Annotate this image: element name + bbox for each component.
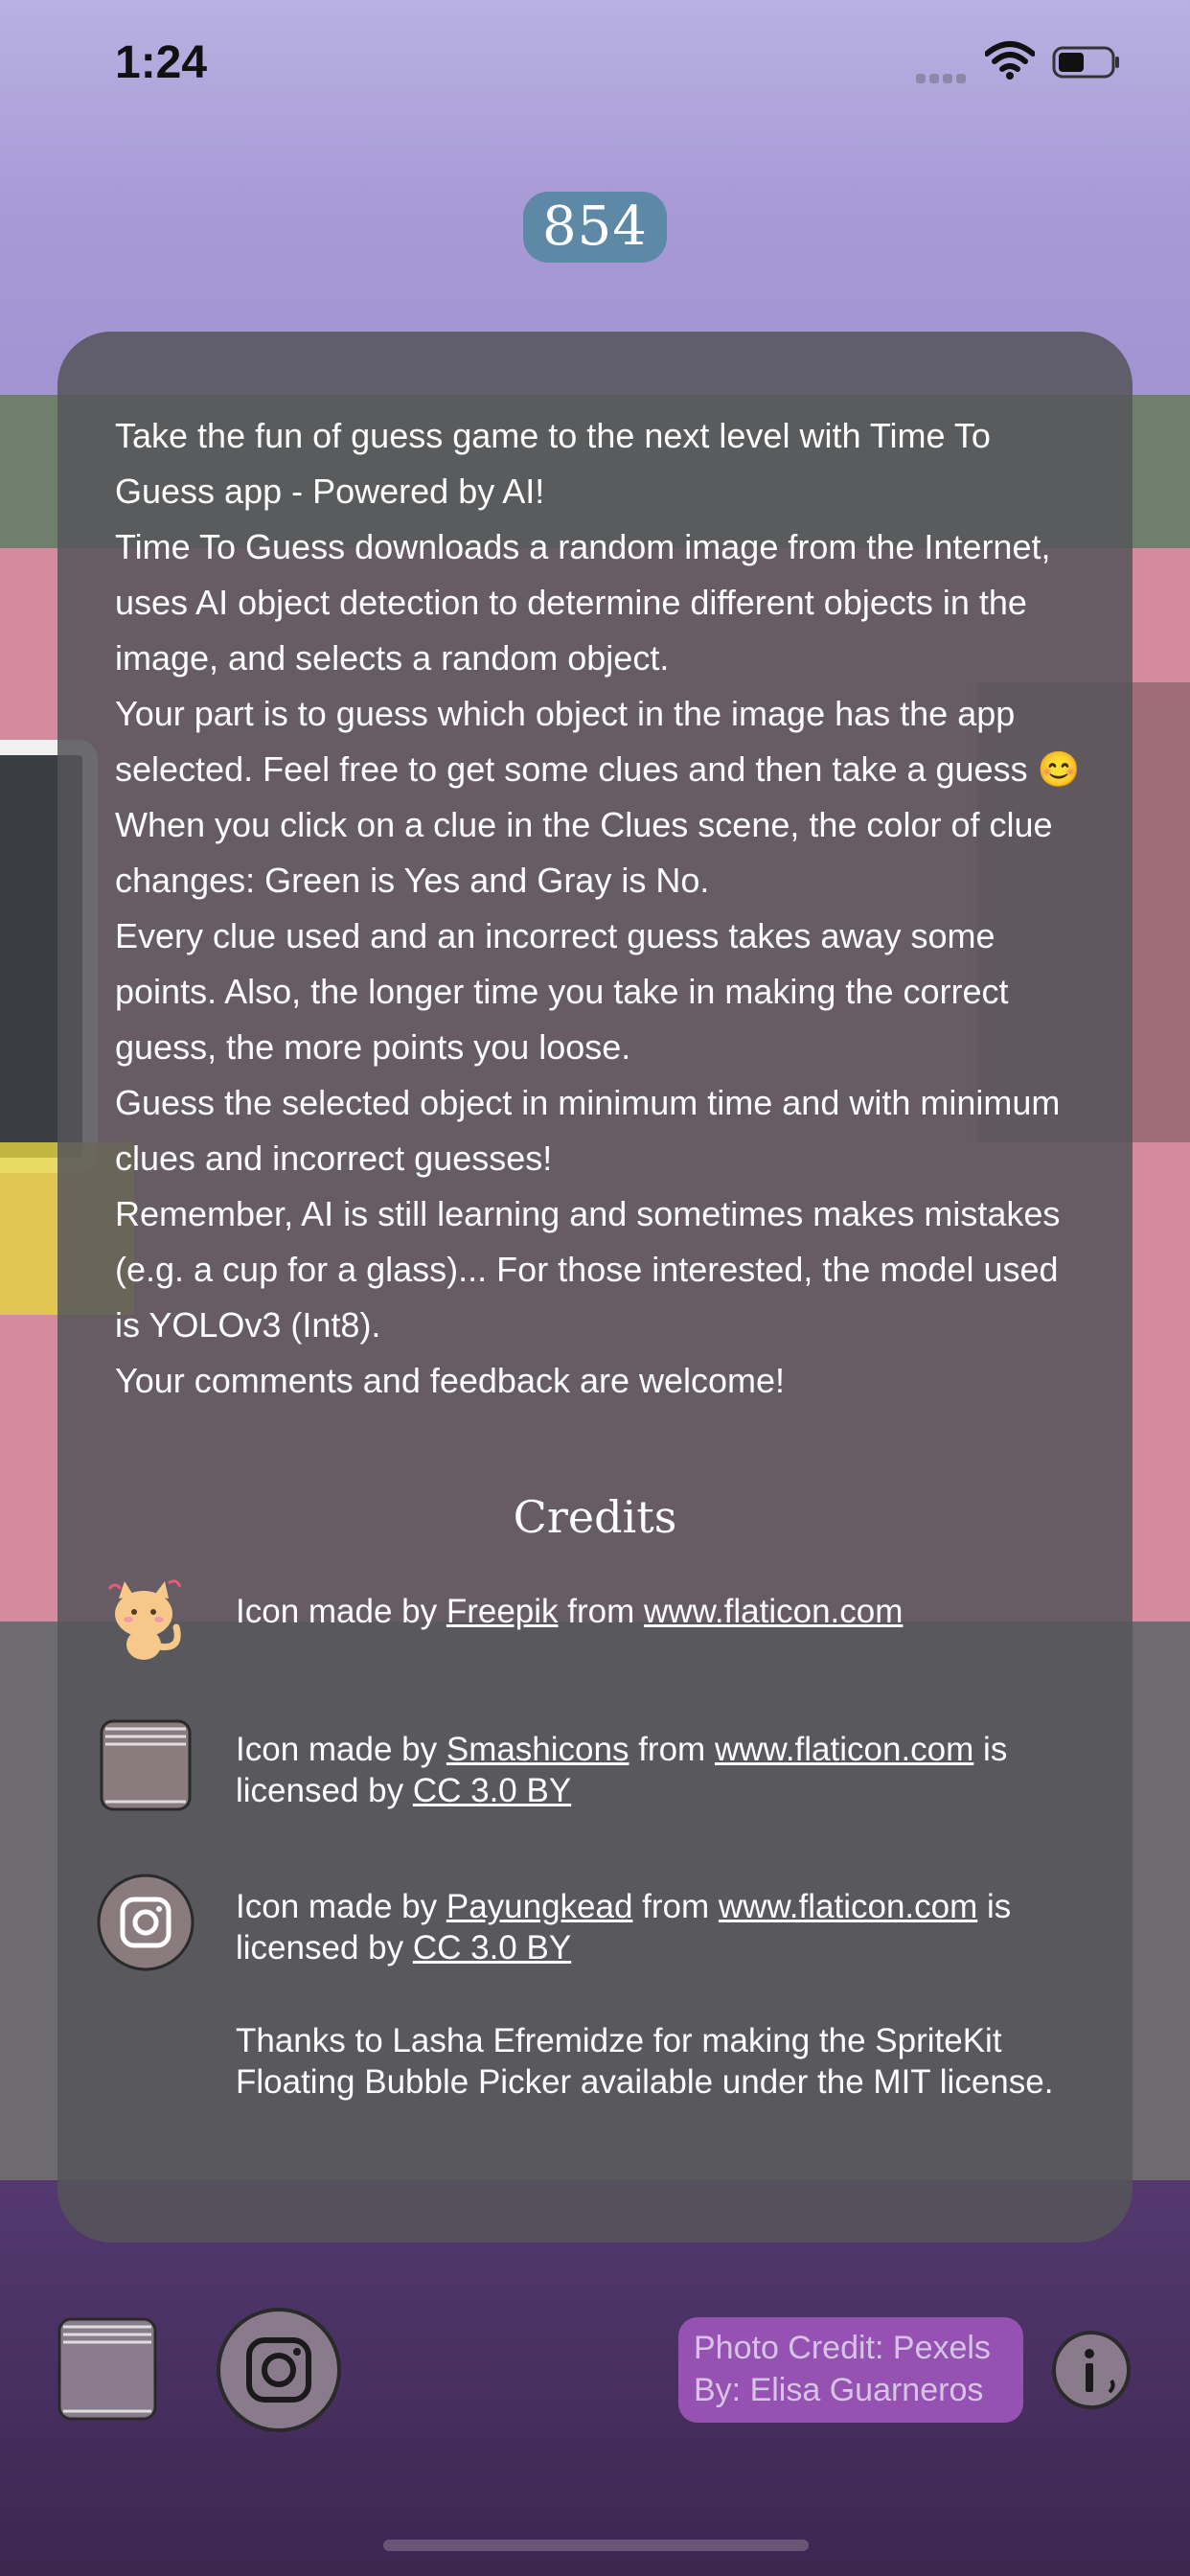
photo-credit-line2: By: Elisa Guarneros bbox=[694, 2372, 984, 2408]
info-paragraph: Your comments and feedback are welcome! bbox=[115, 1361, 786, 1400]
instagram-icon bbox=[97, 1874, 195, 1971]
credit-suffix: is bbox=[973, 1731, 1008, 1768]
info-text: Take the fun of guess game to the next l… bbox=[115, 408, 1083, 1409]
credit-author-link[interactable]: Smashicons bbox=[446, 1731, 629, 1768]
thanks-text: Thanks to Lasha Efremidze for making the… bbox=[236, 2022, 1054, 2101]
status-time: 1:24 bbox=[115, 37, 208, 88]
info-paragraph: Every clue used and an incorrect guess t… bbox=[115, 916, 1009, 1067]
credit-text: Icon made by Payungkead from www.flatico… bbox=[236, 1886, 1079, 1968]
instagram-icon bbox=[246, 2337, 311, 2403]
credit-middle: from bbox=[629, 1731, 715, 1768]
credit-site-link[interactable]: www.flaticon.com bbox=[719, 1888, 977, 1925]
home-indicator bbox=[383, 2540, 809, 2551]
credit-license-prefix: licensed by bbox=[236, 1929, 413, 1966]
credit-row-smashicons: Icon made by Smashicons from www.flatico… bbox=[96, 1715, 1092, 1821]
credit-text: Icon made by Freepik from www.flaticon.c… bbox=[236, 1591, 1079, 1632]
battery-icon bbox=[1052, 46, 1119, 79]
info-icon bbox=[1085, 2349, 1115, 2394]
photo-credit[interactable]: Photo Credit: Pexels By: Elisa Guarneros bbox=[678, 2317, 1023, 2423]
credits-title: Credits bbox=[513, 1491, 677, 1543]
credit-suffix: is bbox=[977, 1888, 1012, 1925]
credit-prefix: Icon made by bbox=[236, 1593, 446, 1630]
info-button[interactable] bbox=[1052, 2331, 1131, 2409]
credit-row-payungkead: Icon made by Payungkead from www.flatico… bbox=[96, 1873, 1092, 1978]
credit-author-link[interactable]: Freepik bbox=[446, 1593, 559, 1630]
info-paragraph: Take the fun of guess game to the next l… bbox=[115, 416, 991, 511]
credit-prefix: Icon made by bbox=[236, 1888, 446, 1925]
info-panel: Take the fun of guess game to the next l… bbox=[57, 332, 1133, 2242]
camera-button[interactable] bbox=[217, 2308, 341, 2432]
info-paragraph: Your part is to guess which object in th… bbox=[115, 694, 1081, 789]
credit-site-link[interactable]: www.flaticon.com bbox=[715, 1731, 973, 1768]
score-badge: 854 bbox=[523, 192, 667, 263]
info-paragraph: Guess the selected object in minimum tim… bbox=[115, 1083, 1061, 1178]
credit-author-link[interactable]: Payungkead bbox=[446, 1888, 633, 1925]
credit-license-link[interactable]: CC 3.0 BY bbox=[413, 1772, 571, 1809]
credit-prefix: Icon made by bbox=[236, 1731, 446, 1768]
stack-icon bbox=[100, 1719, 192, 1811]
credit-license-link[interactable]: CC 3.0 BY bbox=[413, 1929, 571, 1966]
info-paragraph: Remember, AI is still learning and somet… bbox=[115, 1194, 1061, 1345]
info-paragraph: Time To Guess downloads a random image f… bbox=[115, 527, 1051, 678]
photo-credit-line1: Photo Credit: Pexels bbox=[694, 2330, 991, 2366]
credit-license-prefix: licensed by bbox=[236, 1772, 413, 1809]
credit-middle: from bbox=[632, 1888, 719, 1925]
credit-text: Icon made by Smashicons from www.flatico… bbox=[236, 1729, 1079, 1811]
credit-row-freepik: Icon made by Freepik from www.flaticon.c… bbox=[96, 1568, 1092, 1673]
wifi-icon bbox=[985, 41, 1035, 80]
signal-icon bbox=[916, 69, 972, 83]
info-paragraph: When you click on a clue in the Clues sc… bbox=[115, 805, 1053, 900]
credit-middle: from bbox=[558, 1593, 645, 1630]
stack-button[interactable] bbox=[57, 2317, 157, 2421]
credit-site-link[interactable]: www.flaticon.com bbox=[644, 1593, 903, 1630]
cat-icon bbox=[107, 1579, 182, 1660]
